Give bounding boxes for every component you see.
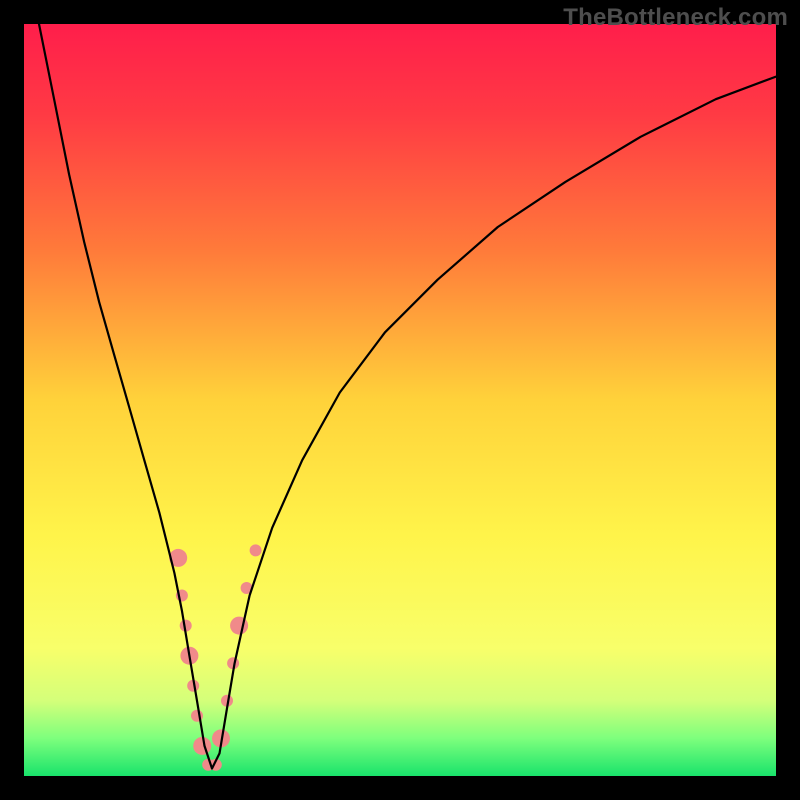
watermark-text: TheBottleneck.com <box>563 4 788 32</box>
plot-area <box>24 24 776 776</box>
marker-dot <box>250 544 262 556</box>
marker-dot <box>193 737 211 755</box>
chart-svg <box>24 24 776 776</box>
chart-frame: TheBottleneck.com <box>0 0 800 800</box>
bottleneck-curve <box>39 24 776 769</box>
marker-group <box>169 544 261 770</box>
